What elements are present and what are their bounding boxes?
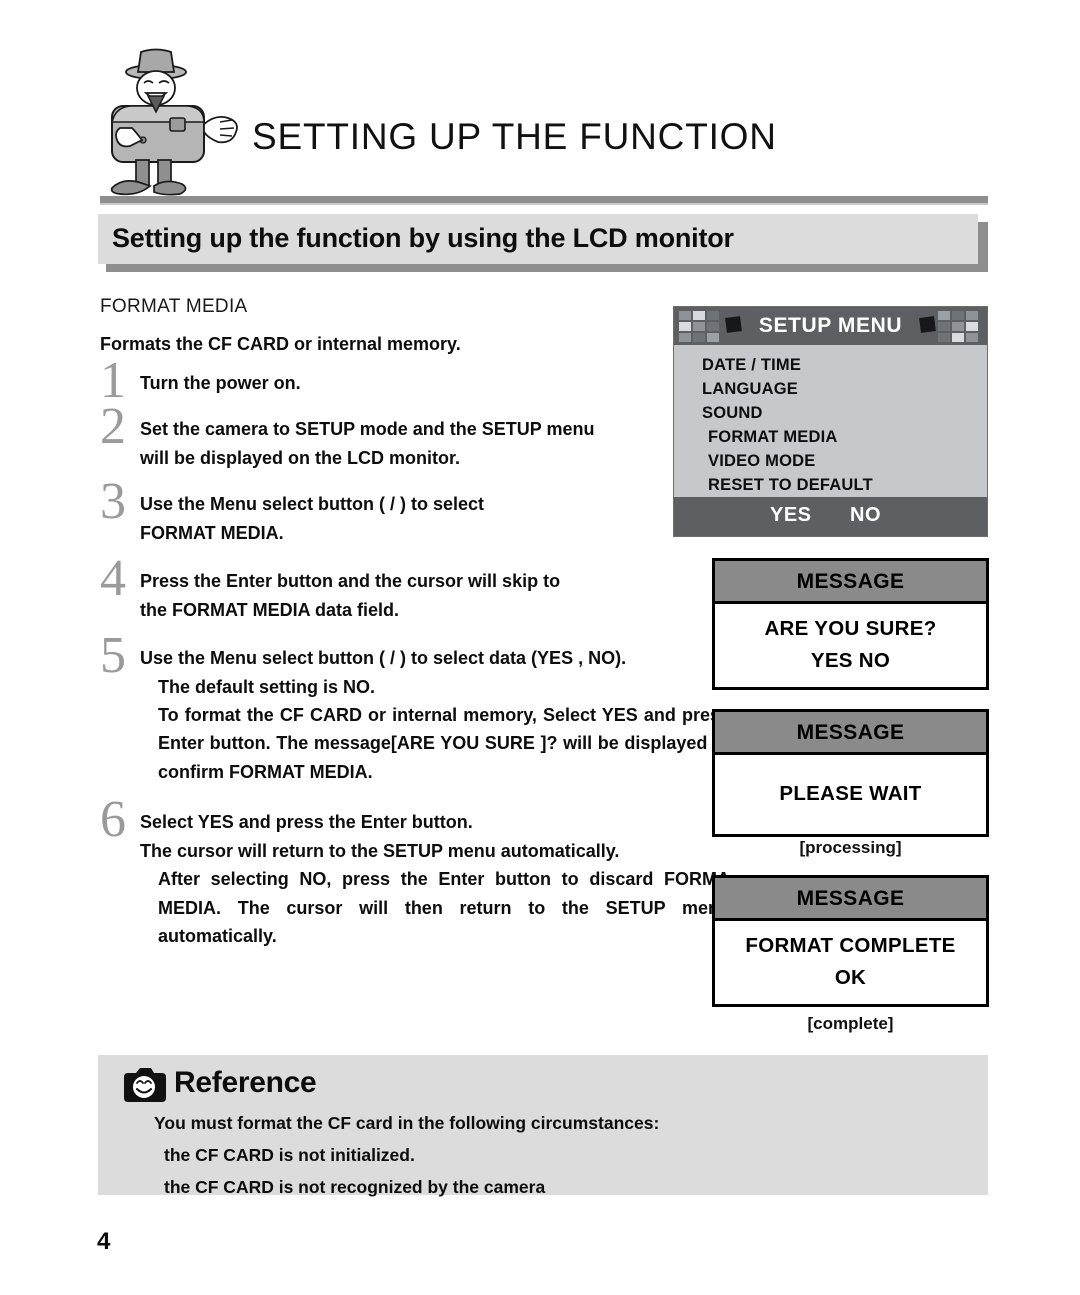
setup-menu-item-format-media[interactable]: FORMAT MEDIA (674, 426, 987, 450)
message-caption-processing: [processing] (799, 838, 902, 857)
message-dialog-are-you-sure: MESSAGE ARE YOU SURE? YES NO (712, 558, 989, 690)
setup-menu-item-sound[interactable]: SOUND (674, 402, 987, 426)
step-2: 2 Set the camera to SETUP mode and the S… (100, 401, 720, 472)
step-text: The cursor will return to the SETUP menu… (140, 840, 620, 861)
message-dialog-header: MESSAGE (715, 878, 986, 921)
step-paragraph-message: [ARE YOU SURE ]? (390, 733, 558, 754)
step-3: 3 Use the Menu select button ( / ) to se… (100, 476, 720, 547)
topic-label: FORMAT MEDIA (100, 296, 248, 317)
message-dialog-header: MESSAGE (715, 561, 986, 604)
step-4: 4 Press the Enter button and the cursor … (100, 553, 720, 624)
setup-menu-footer: YES NO (674, 497, 987, 536)
step-text: the FORMAT MEDIA data field. (140, 599, 399, 620)
reference-line: the CF CARD is not recognized by the cam… (164, 1177, 546, 1197)
camera-mascot-icon (98, 36, 258, 201)
step-5: 5 Use the Menu select button ( / ) to se… (100, 630, 730, 786)
setup-menu-header: SETUP MENU (674, 307, 987, 345)
page-number: 4 (97, 1228, 111, 1255)
message-dialog-title: MESSAGE (796, 721, 905, 744)
step-number: 3 (100, 473, 126, 531)
page-title: SETTING UP THE FUNCTION (252, 116, 777, 157)
step-text: Press the Enter button and the cursor wi… (140, 571, 561, 592)
checker-decoration-right-icon (938, 311, 982, 342)
instruction-column: FORMAT MEDIA Formats the CF CARD or inte… (100, 296, 730, 966)
section-bar: Setting up the function by using the LCD… (98, 214, 978, 264)
setup-menu-item-video-mode[interactable]: VIDEO MODE (674, 450, 987, 474)
setup-menu-panel: SETUP MENU DATE / TIME LANGUAGE SOUND FO… (673, 306, 988, 537)
step-number: 4 (100, 550, 126, 608)
reference-line: the CF CARD is not initialized. (164, 1145, 415, 1165)
step-number: 6 (100, 791, 126, 849)
message-caption-complete: [complete] (807, 1014, 894, 1033)
message-dialog-title: MESSAGE (796, 570, 905, 593)
message-dialog-body: PLEASE WAIT (715, 755, 986, 834)
step-paragraph: To format the CF CARD or internal memory… (140, 701, 730, 786)
message-dialog-please-wait: MESSAGE PLEASE WAIT (712, 709, 989, 837)
step-6: 6 Select YES and press the Enter button.… (100, 794, 730, 950)
message-dialog-text: ARE YOU SURE? (764, 617, 937, 640)
section-title: Setting up the function by using the LCD… (112, 223, 734, 253)
message-dialog-choices[interactable]: YES NO (715, 645, 986, 677)
page-header: SETTING UP THE FUNCTION (0, 0, 1080, 205)
step-text: The default setting is NO. (158, 676, 376, 697)
message-dialog-format-complete: MESSAGE FORMAT COMPLETE OK (712, 875, 989, 1007)
message-dialog-title: MESSAGE (796, 887, 905, 910)
step-text: Turn the power on. (140, 373, 301, 393)
dark-square-decoration-right-icon (919, 316, 936, 333)
topic-summary: Formats the CF CARD or internal memory. (100, 334, 461, 354)
message-dialog-text: PLEASE WAIT (779, 782, 922, 805)
reference-panel: Reference You must format the CF card in… (98, 1055, 988, 1197)
step-paragraph: After selecting NO, press the Enter butt… (158, 869, 730, 946)
section-header: Setting up the function by using the LCD… (98, 214, 988, 274)
camera-smiley-icon (124, 1068, 166, 1102)
title-divider (100, 196, 988, 205)
step-text: FORMAT MEDIA. (140, 522, 284, 543)
setup-menu-item-language[interactable]: LANGUAGE (674, 378, 987, 402)
message-dialog-ok-button[interactable]: OK (715, 962, 986, 994)
setup-menu-item-date-time[interactable]: DATE / TIME (674, 354, 987, 378)
setup-menu-yes-button[interactable]: YES (770, 504, 812, 527)
setup-menu-list: DATE / TIME LANGUAGE SOUND FORMAT MEDIA … (674, 345, 987, 497)
reference-line: You must format the CF card in the follo… (154, 1113, 660, 1133)
reference-title: Reference (174, 1066, 317, 1099)
message-dialog-text: FORMAT COMPLETE (745, 934, 956, 957)
message-dialog-header: MESSAGE (715, 712, 986, 755)
setup-menu-no-button[interactable]: NO (850, 504, 881, 527)
step-number: 2 (100, 398, 126, 456)
step-1: 1 Turn the power on. (100, 355, 720, 407)
section-bar-shadow-bottom (106, 264, 986, 272)
message-dialog-body: ARE YOU SURE? YES NO (715, 604, 986, 687)
message-dialog-body: FORMAT COMPLETE OK (715, 921, 986, 1004)
setup-menu-item-reset-to-default[interactable]: RESET TO DEFAULT (674, 474, 987, 498)
step-text: Select YES and press the Enter button. (140, 812, 473, 833)
step-text: will be displayed on the LCD monitor. (140, 447, 461, 468)
step-text: Use the Menu select button ( / ) to sele… (140, 648, 627, 669)
step-text: Use the Menu select button ( / ) to sele… (140, 494, 485, 515)
step-text: Set the camera to SETUP mode and the SET… (140, 419, 595, 440)
step-number: 5 (100, 627, 126, 685)
